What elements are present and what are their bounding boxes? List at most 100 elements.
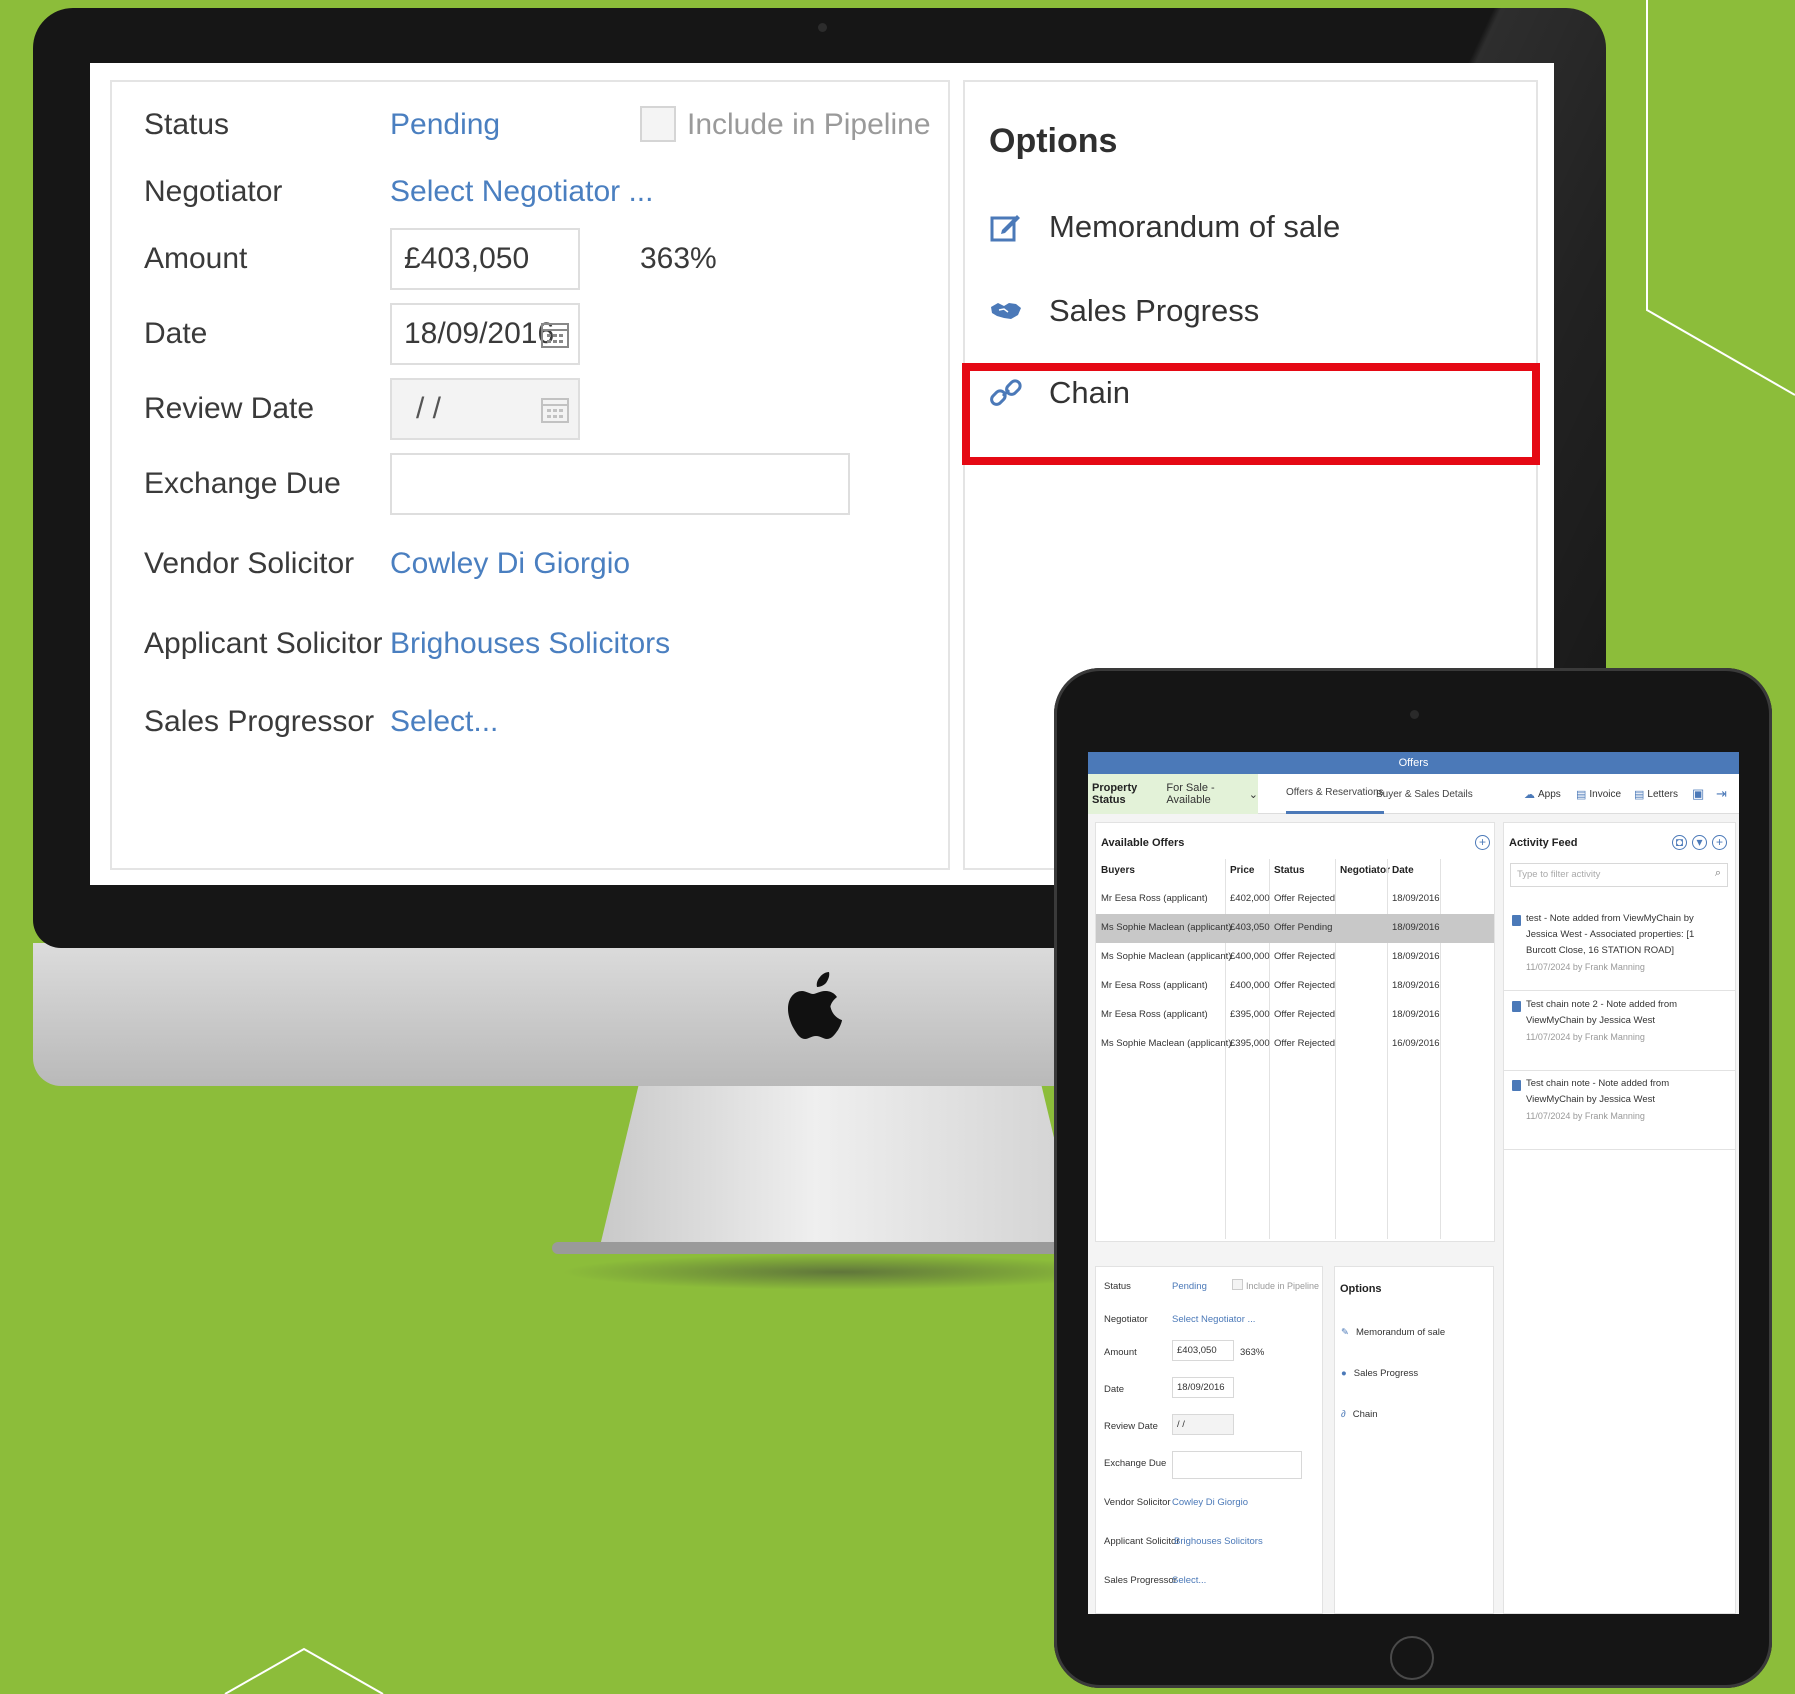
- available-offers-panel: Available Offers + Buyers Price Status N…: [1095, 822, 1495, 1242]
- imac-stand: [600, 1086, 1080, 1246]
- vendor-solicitor-link[interactable]: Cowley Di Giorgio: [1172, 1497, 1248, 1508]
- apple-logo-icon: [788, 972, 842, 1039]
- sales-progressor-link[interactable]: Select...: [1172, 1575, 1206, 1586]
- include-pipeline-checkbox[interactable]: [1232, 1279, 1243, 1290]
- tab-offers-reservations[interactable]: Offers & Reservations: [1286, 774, 1384, 814]
- activity-item[interactable]: test - Note added from ViewMyChain by Je…: [1504, 911, 1735, 991]
- add-offer-icon[interactable]: +: [1475, 835, 1490, 850]
- link-icon: ∂: [1341, 1409, 1346, 1420]
- review-date-input: / /: [1172, 1414, 1234, 1435]
- include-pipeline-label: Include in Pipeline: [687, 108, 931, 141]
- table-row[interactable]: Mr Eesa Ross (applicant) £400,000 Offer …: [1096, 972, 1494, 1001]
- amount-label: Amount: [144, 242, 248, 275]
- date-label: Date: [1104, 1384, 1125, 1395]
- archive-icon[interactable]: ◘: [1672, 835, 1687, 850]
- note-icon: [1512, 1080, 1521, 1091]
- applicant-solicitor-link[interactable]: Brighouses Solicitors: [1174, 1536, 1263, 1547]
- buyer-cell: Ms Sophie Maclean (applicant): [1101, 922, 1232, 933]
- column-header[interactable]: Price: [1230, 865, 1254, 876]
- apps-button[interactable]: ☁ Apps: [1524, 774, 1561, 814]
- table-row[interactable]: Ms Sophie Maclean (applicant) £395,000 O…: [1096, 1030, 1494, 1059]
- save-icon: ▣: [1692, 786, 1705, 801]
- activity-item[interactable]: Test chain note 2 - Note added from View…: [1504, 997, 1735, 1071]
- invoice-label: Invoice: [1589, 788, 1622, 800]
- option-sales-progress[interactable]: ● Sales Progress: [1341, 1368, 1418, 1379]
- option-label: Memorandum of sale: [1355, 1327, 1446, 1338]
- property-status-label: Property Status: [1092, 782, 1138, 806]
- negotiator-select-link[interactable]: Select Negotiator ...: [390, 175, 653, 209]
- sales-progressor-label: Sales Progressor: [1104, 1575, 1177, 1586]
- buyer-cell: Mr Eesa Ross (applicant): [1101, 893, 1208, 904]
- negotiator-select-link[interactable]: Select Negotiator ...: [1172, 1314, 1255, 1325]
- table-row[interactable]: Ms Sophie Maclean (applicant) £400,000 O…: [1096, 943, 1494, 972]
- include-pipeline-checkbox[interactable]: [640, 106, 676, 142]
- status-cell: Offer Rejected: [1274, 893, 1336, 904]
- calendar-icon[interactable]: [540, 319, 570, 349]
- invoice-icon: ▤: [1576, 788, 1587, 801]
- date-cell: 18/09/2016: [1392, 980, 1440, 991]
- column-header[interactable]: Date: [1392, 865, 1414, 876]
- activity-filter-input[interactable]: Type to filter activity ⌕: [1510, 863, 1728, 887]
- price-cell: £395,000: [1230, 1038, 1270, 1049]
- tab-buyer-sales-details[interactable]: Buyer & Sales Details: [1376, 774, 1473, 814]
- price-cell: £400,000: [1230, 980, 1270, 991]
- option-sales-progress[interactable]: Sales Progress: [965, 266, 1536, 356]
- letters-button[interactable]: ▤ Letters: [1634, 774, 1678, 814]
- table-row[interactable]: Mr Eesa Ross (applicant) £402,000 Offer …: [1096, 885, 1494, 914]
- buyer-cell: Ms Sophie Maclean (applicant): [1101, 951, 1232, 962]
- exchange-due-input[interactable]: [390, 453, 850, 515]
- exit-button[interactable]: ⇥: [1716, 774, 1730, 814]
- activity-feed-title: Activity Feed: [1509, 837, 1578, 849]
- amount-input[interactable]: £403,050: [390, 228, 580, 290]
- status-cell: Offer Rejected: [1274, 951, 1336, 962]
- status-cell: Offer Rejected: [1274, 980, 1336, 991]
- amount-percent: 363%: [640, 242, 717, 275]
- amount-percent: 363%: [1240, 1347, 1265, 1358]
- column-header[interactable]: Buyers: [1101, 865, 1135, 876]
- option-memorandum-of-sale[interactable]: Memorandum of sale: [965, 182, 1536, 272]
- filter-icon[interactable]: ▾: [1692, 835, 1707, 850]
- column-header[interactable]: Negotiator: [1340, 865, 1390, 876]
- activity-meta: 11/07/2024 by Frank Manning: [1526, 1111, 1645, 1121]
- letters-icon: ▤: [1634, 788, 1645, 801]
- available-offers-title: Available Offers: [1101, 837, 1185, 849]
- applicant-solicitor-label: Applicant Solicitor: [144, 627, 383, 660]
- review-date-label: Review Date: [1104, 1421, 1158, 1432]
- ipad-home-button[interactable]: [1390, 1636, 1434, 1680]
- sales-progressor-label: Sales Progressor: [144, 705, 375, 738]
- letters-label: Letters: [1647, 788, 1678, 800]
- property-status[interactable]: Property Status For Sale - Available ⌄: [1088, 774, 1258, 814]
- activity-text: Test chain note - Note added from ViewMy…: [1526, 1078, 1670, 1105]
- option-memorandum-of-sale[interactable]: ✎ Memorandum of sale: [1341, 1327, 1445, 1338]
- exchange-due-input[interactable]: [1172, 1451, 1302, 1479]
- option-chain[interactable]: ∂ Chain: [1341, 1409, 1378, 1420]
- negotiator-label: Negotiator: [144, 175, 283, 208]
- handshake-icon: ●: [1341, 1368, 1347, 1379]
- amount-input[interactable]: £403,050: [1172, 1340, 1234, 1361]
- date-label: Date: [144, 317, 208, 350]
- invoice-button[interactable]: ▤ Invoice: [1576, 774, 1621, 814]
- applicant-solicitor-label: Applicant Solicitor: [1104, 1536, 1180, 1547]
- status-value-link[interactable]: Pending: [1172, 1281, 1207, 1292]
- activity-item[interactable]: Test chain note - Note added from ViewMy…: [1504, 1076, 1735, 1150]
- table-row[interactable]: Ms Sophie Maclean (applicant) £403,050 O…: [1096, 914, 1494, 943]
- status-value-link[interactable]: Pending: [390, 108, 500, 142]
- chevron-down-icon: ⌄: [1248, 788, 1258, 801]
- activity-meta: 11/07/2024 by Frank Manning: [1526, 1032, 1645, 1042]
- tablet-offer-details-panel: Status Pending Include in Pipeline Negot…: [1095, 1266, 1323, 1614]
- applicant-solicitor-link[interactable]: Brighouses Solicitors: [390, 627, 670, 661]
- handshake-icon: [991, 303, 1021, 319]
- vendor-solicitor-link[interactable]: Cowley Di Giorgio: [390, 547, 630, 581]
- add-activity-icon[interactable]: +: [1712, 835, 1727, 850]
- save-button[interactable]: ▣: [1692, 774, 1707, 814]
- vendor-solicitor-label: Vendor Solicitor: [144, 547, 355, 580]
- column-header[interactable]: Status: [1274, 865, 1305, 876]
- table-row[interactable]: Mr Eesa Ross (applicant) £395,000 Offer …: [1096, 1001, 1494, 1030]
- date-input[interactable]: 18/09/2016: [1172, 1377, 1234, 1398]
- status-cell: Offer Rejected: [1274, 1038, 1336, 1049]
- sales-progressor-link[interactable]: Select...: [390, 705, 498, 739]
- review-date-label: Review Date: [144, 392, 315, 425]
- status-cell: Offer Rejected: [1274, 1009, 1336, 1020]
- exchange-due-label: Exchange Due: [1104, 1458, 1167, 1469]
- activity-text: Test chain note 2 - Note added from View…: [1526, 999, 1678, 1026]
